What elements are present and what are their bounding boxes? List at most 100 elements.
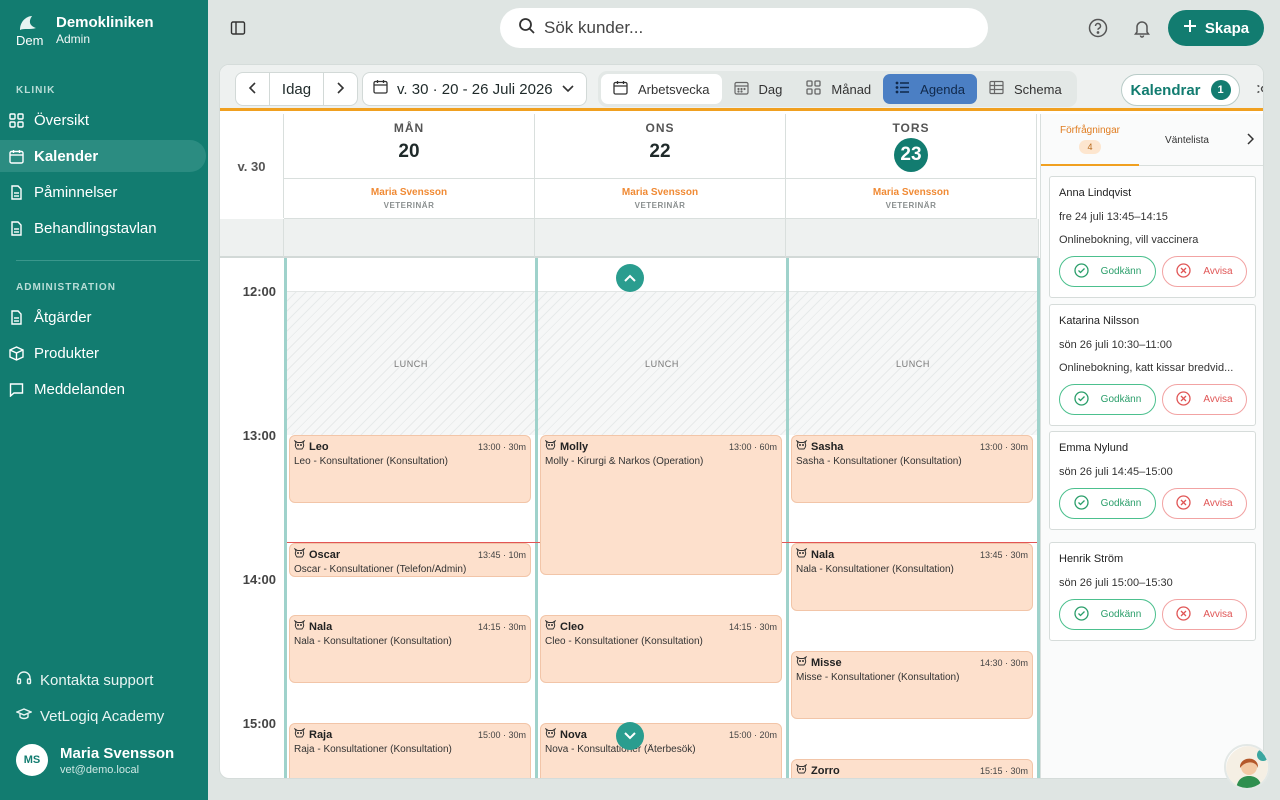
day-header-thu[interactable]: TORS 23: [786, 114, 1037, 179]
sidebar-item-produkter[interactable]: Produkter: [0, 337, 206, 369]
avatar: MS: [16, 744, 48, 776]
tab-requests[interactable]: Förfrågningar 4: [1041, 114, 1139, 166]
view-manad[interactable]: Månad: [794, 74, 883, 104]
request-card[interactable]: Henrik Ström sön 26 juli 15:00–15:30 Godkä…: [1049, 542, 1256, 641]
view-label: Schema: [1013, 81, 1062, 97]
appointment-description: Cleo - Konsultationer (Konsultation): [545, 636, 703, 647]
approve-button[interactable]: Godkänn: [1059, 384, 1156, 415]
sidebar-item-meddelanden[interactable]: Meddelanden: [0, 373, 206, 405]
approve-button[interactable]: Godkänn: [1059, 256, 1156, 287]
reject-button[interactable]: Avvisa: [1161, 256, 1247, 287]
tab-label: Väntelista: [1165, 134, 1209, 146]
check-circle-icon: [1074, 494, 1089, 513]
user-profile[interactable]: MS Maria Svensson vet@demo.local: [16, 744, 174, 776]
approve-button[interactable]: Godkänn: [1059, 599, 1156, 630]
appointment-header: Cleo 14:15 · 30m: [544, 619, 777, 634]
view-dag[interactable]: Dag: [722, 74, 795, 104]
appointment-card[interactable]: Zorro 15:15 · 30m: [791, 759, 1033, 778]
search-input[interactable]: Sök kunder...: [500, 8, 988, 48]
reject-button[interactable]: Avvisa: [1161, 384, 1247, 415]
sidebar-item-behandlingstavlan[interactable]: Behandlingstavlan: [0, 212, 206, 244]
calendar-grid: v. 30 MÅN 20 ONS 22 TORS 23 Maria Svenss…: [220, 114, 1040, 778]
view-switcher: Arbetsvecka Dag Månad Agenda Schema: [598, 71, 1077, 107]
day-header-wed[interactable]: ONS 22: [535, 114, 786, 179]
appointment-name: Cleo: [560, 621, 584, 633]
request-actions: Godkänn Avvisa: [1059, 256, 1247, 287]
sidebar-item-label: Påminnelser: [34, 183, 118, 201]
appointment-description: Oscar - Konsultationer (Telefon/Admin): [294, 564, 467, 575]
sidebar-item-atgarder[interactable]: Åtgärder: [0, 301, 206, 333]
appointment-time: 14:15 · 30m: [728, 622, 777, 632]
view-label: Agenda: [920, 81, 965, 97]
view-agenda[interactable]: Agenda: [883, 74, 977, 104]
week-number: v. 30: [220, 114, 284, 218]
day-name: ONS: [645, 121, 675, 135]
appointment-card[interactable]: Nova 15:00 · 20m Nova - Konsultationer (Åt…: [540, 723, 782, 778]
date-range-picker[interactable]: v. 30 · 20 - 26 Juli 2026: [362, 72, 587, 106]
day-number-today: 23: [894, 138, 928, 172]
chevron-down-icon: [624, 727, 636, 745]
appointment-time: 15:00 · 30m: [477, 730, 526, 740]
chevron-left-icon: [248, 81, 258, 98]
sidebar-item-oversikt[interactable]: Översikt: [0, 104, 206, 136]
reject-label: Avvisa: [1203, 394, 1233, 405]
sidebar-toggle-icon[interactable]: [230, 20, 246, 41]
pet-icon: [544, 727, 557, 742]
allday-slot[interactable]: [535, 219, 786, 258]
appointment-name: Nala: [811, 549, 835, 561]
appointment-card[interactable]: Leo 13:00 · 30m Leo - Konsultationer (Kons…: [289, 435, 531, 503]
assistant-avatar-icon: [1226, 746, 1268, 788]
sidebar-item-paminnelser[interactable]: Påminnelser: [0, 176, 206, 208]
appointment-name: Nala: [309, 621, 333, 633]
today-button[interactable]: Idag: [270, 73, 322, 105]
academy-link[interactable]: VetLogiq Academy: [15, 706, 164, 726]
reject-button[interactable]: Avvisa: [1161, 599, 1247, 630]
bell-icon[interactable]: [1132, 18, 1152, 43]
appointment-card[interactable]: Oscar 13:45 · 10m Oscar - Konsultationer (…: [289, 543, 531, 577]
sidebar-item-label: Behandlingstavlan: [34, 219, 157, 237]
create-button[interactable]: Skapa: [1168, 10, 1264, 46]
request-card[interactable]: Emma Nylund sön 26 juli 14:45–15:00 Godkän…: [1049, 431, 1256, 530]
tab-waitlist[interactable]: Väntelista: [1139, 114, 1235, 166]
sidebar-item-kalender[interactable]: Kalender: [0, 140, 206, 172]
appointment-header: Leo 13:00 · 30m: [293, 439, 526, 454]
reject-button[interactable]: Avvisa: [1161, 488, 1247, 519]
lunch-block: LUNCH: [789, 291, 1037, 435]
pet-icon: [544, 439, 557, 454]
appointment-card[interactable]: Molly 13:00 · 60m Molly - Kirurgi & Narkos…: [540, 435, 782, 575]
help-icon[interactable]: [1088, 18, 1108, 43]
approve-button[interactable]: Godkänn: [1059, 488, 1156, 519]
appointment-header: Nova 15:00 · 20m: [544, 727, 777, 742]
settings-icon[interactable]: [1256, 81, 1263, 102]
calendars-button[interactable]: Kalendrar 1: [1121, 74, 1240, 106]
allday-slot[interactable]: [786, 219, 1039, 258]
graduation-cap-icon: [15, 706, 33, 726]
appointment-card[interactable]: Sasha 13:00 · 30m Sasha - Konsultationer (…: [791, 435, 1033, 503]
request-card[interactable]: Anna Lindqvist fre 24 juli 13:45–14:15 Onl…: [1049, 176, 1256, 298]
appointment-description: Misse - Konsultationer (Konsultation): [796, 672, 960, 683]
calendars-label: Kalendrar: [1130, 81, 1201, 99]
prev-week-button[interactable]: [236, 73, 269, 105]
next-week-button[interactable]: [324, 73, 357, 105]
appointment-card[interactable]: Nala 14:15 · 30m Nala - Konsultationer (Ko…: [289, 615, 531, 683]
appointment-card[interactable]: Cleo 14:15 · 30m Cleo - Konsultationer (Ko…: [540, 615, 782, 683]
brand[interactable]: Dem Demokliniken Admin: [16, 14, 154, 46]
contact-support-link[interactable]: Kontakta support: [16, 670, 153, 690]
requests-tabs: Förfrågningar 4 Väntelista: [1041, 114, 1263, 166]
view-arbetsvecka[interactable]: Arbetsvecka: [601, 74, 722, 104]
view-schema[interactable]: Schema: [977, 74, 1074, 104]
request-card[interactable]: Katarina Nilsson sön 26 juli 10:30–11:00 O…: [1049, 304, 1256, 426]
assistant-avatar-button[interactable]: [1224, 744, 1270, 790]
reject-label: Avvisa: [1203, 498, 1233, 509]
appointment-card[interactable]: Raja 15:00 · 30m Raja - Konsultationer (Ko…: [289, 723, 531, 778]
scroll-down-button[interactable]: [616, 722, 644, 750]
topbar: Sök kunder... Skapa: [208, 0, 1280, 56]
request-client-name: Anna Lindqvist: [1059, 187, 1132, 199]
day-header-mon[interactable]: MÅN 20: [284, 114, 535, 179]
staff-role: VETERINÄR: [885, 201, 937, 210]
scroll-up-button[interactable]: [616, 264, 644, 292]
tabs-next-button[interactable]: [1235, 114, 1263, 166]
allday-slot[interactable]: [284, 219, 535, 258]
appointment-card[interactable]: Misse 14:30 · 30m Misse - Konsultationer (…: [791, 651, 1033, 719]
appointment-card[interactable]: Nala 13:45 · 30m Nala - Konsultationer (Ko…: [791, 543, 1033, 611]
